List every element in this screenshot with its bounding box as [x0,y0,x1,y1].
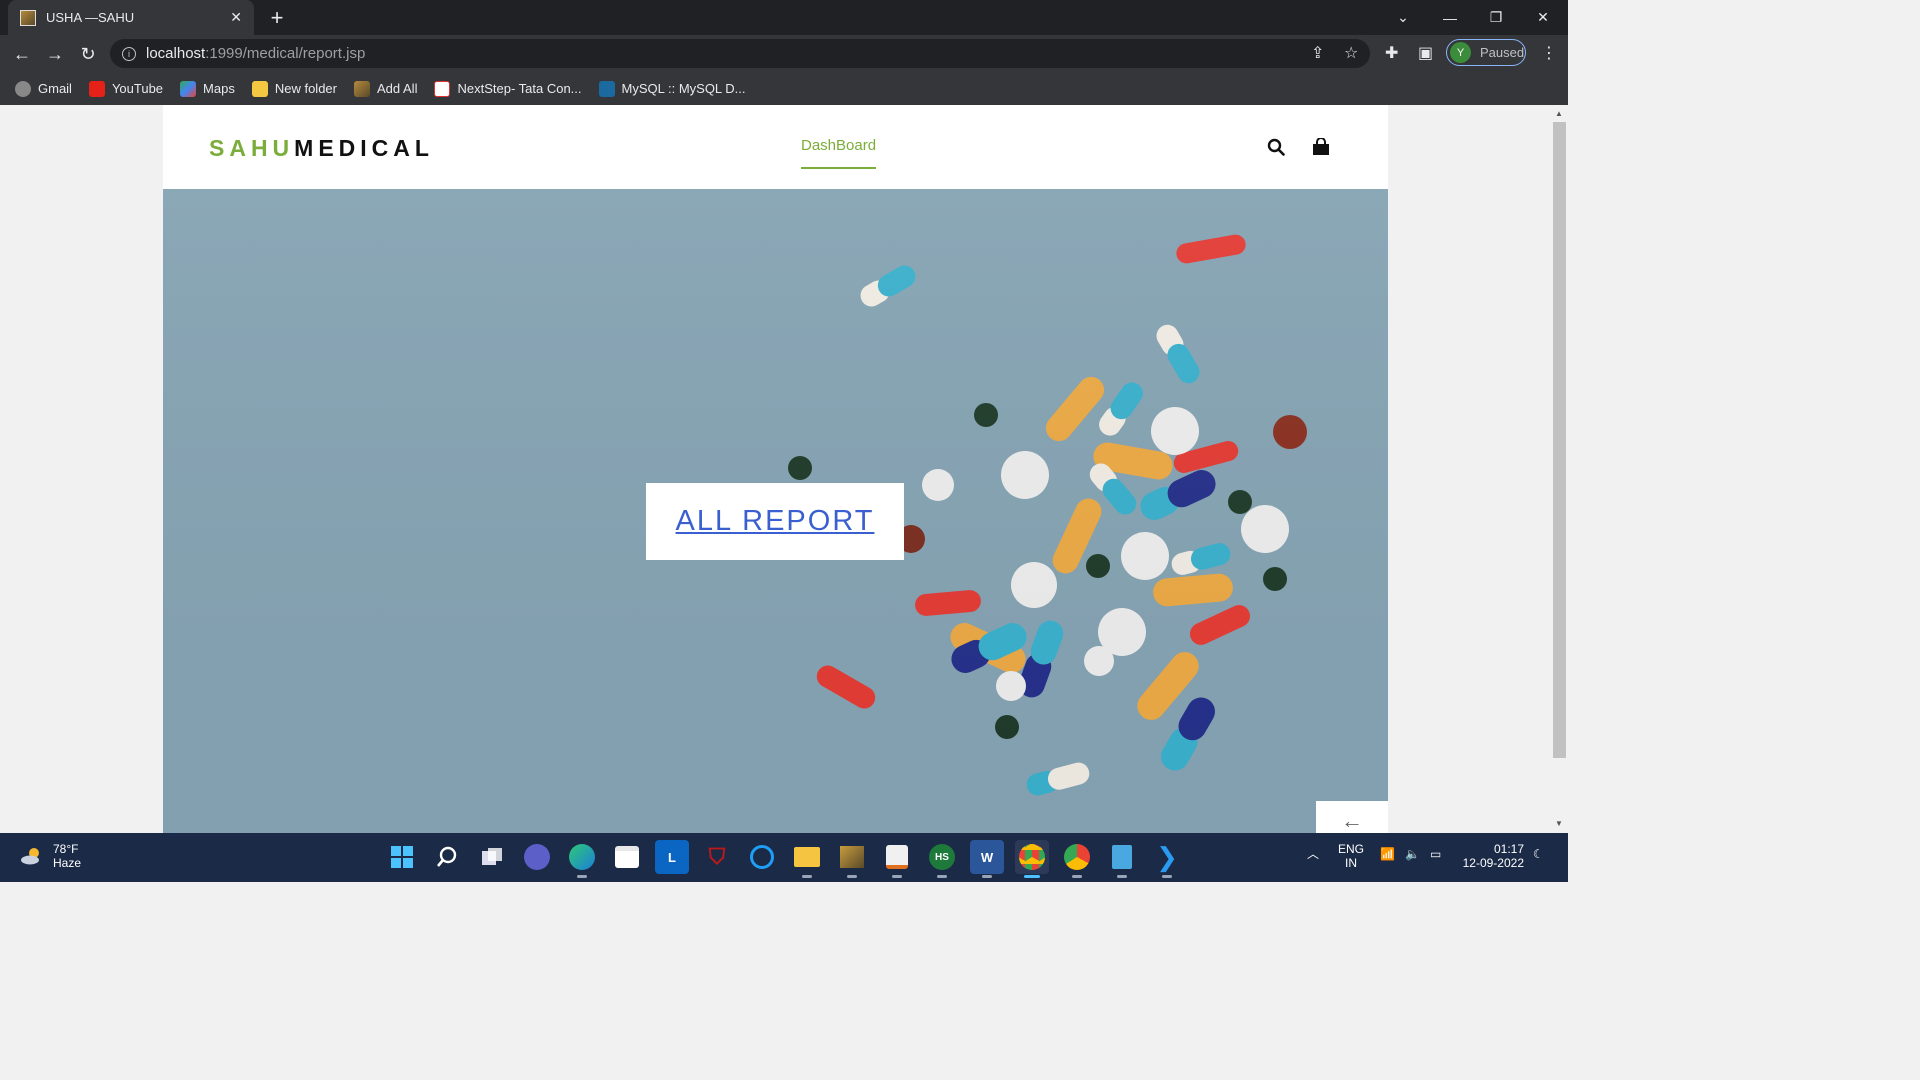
browser-toolbar: ← → ↻ i localhost:1999/medical/report.js… [0,35,1568,72]
bookmark-star-icon[interactable]: ☆ [1344,43,1358,63]
tab-title: USHA —SAHU [46,10,135,25]
weather-desc: Haze [53,856,82,870]
all-report-card: ALL REPORT [646,483,904,560]
forward-icon[interactable]: → [42,41,68,67]
weather-haze-icon [21,848,39,865]
address-bar[interactable]: i localhost:1999/medical/report.jsp [110,39,1370,68]
notepad-icon[interactable] [1105,840,1139,878]
profile-button[interactable]: Y Paused [1446,39,1526,66]
hs-app-icon[interactable]: HS [925,840,959,878]
chrome-icon[interactable] [1015,840,1049,878]
arrow-left-icon: ← [1341,808,1363,833]
site-header: SAHUMEDICAL DashBoard [163,105,1388,189]
chat-icon[interactable] [524,844,550,870]
taskbar: 78°F Haze L ⛉ HS W ❯ ︿ ENG IN 📶 🔈 ▭ 01:1… [0,833,1568,882]
site-container: SAHUMEDICAL DashBoard ALL REPORT ← [163,105,1388,833]
mysql-icon [598,80,615,97]
globe-icon [15,80,31,97]
maps-icon [180,80,197,97]
store-icon[interactable] [610,840,644,874]
tray-chevron-icon[interactable]: ︿ [1307,845,1319,862]
folder-icon [251,80,268,97]
bookmark-nextstep[interactable]: NextStep- Tata Con... [434,80,582,97]
menu-icon[interactable]: ⋮ [1541,43,1557,63]
url-path: :1999/medical/report.jsp [205,45,366,62]
start-icon[interactable] [385,840,419,874]
minimize-button[interactable]: — [1427,0,1473,35]
tab-favicon-icon [20,9,36,26]
restore-button[interactable]: ❐ [1473,0,1519,35]
tab-close-icon[interactable]: ✕ [230,9,242,26]
battery-icon[interactable]: ▭ [1430,847,1441,861]
reload-icon[interactable]: ↻ [75,41,101,67]
scroll-up-icon[interactable]: ▲ [1555,109,1563,118]
browser-tab[interactable]: USHA —SAHU ✕ [8,0,254,35]
close-window-button[interactable]: ✕ [1520,0,1566,35]
back-arrow-button[interactable]: ← [1316,801,1388,833]
all-report-link[interactable]: ALL REPORT [676,505,875,538]
weather-temp: 78°F [53,842,79,856]
tcs-icon [434,80,451,97]
language-indicator[interactable]: ENG IN [1338,842,1364,870]
bookmark-youtube[interactable]: YouTube [88,80,163,97]
bookmark-gmail[interactable]: Gmail [15,80,72,97]
side-panel-icon[interactable]: ▣ [1418,43,1433,63]
word-icon[interactable]: W [970,840,1004,878]
extensions-icon[interactable]: ✚ [1385,43,1398,63]
bookmark-mysql[interactable]: MySQL :: MySQL D... [598,80,746,97]
nav-dashboard[interactable]: DashBoard [801,137,877,169]
shopping-bag-icon[interactable] [1312,138,1330,156]
avatar: Y [1450,42,1471,63]
back-icon[interactable]: ← [9,41,35,67]
search-icon[interactable] [1267,138,1285,156]
taskbar-apps: L ⛉ HS W ❯ [385,840,1195,878]
file-explorer-icon[interactable] [790,840,824,878]
page-viewport: SAHUMEDICAL DashBoard ALL REPORT ← [0,105,1551,833]
volume-icon[interactable]: 🔈 [1405,847,1420,861]
cortana-icon[interactable] [745,840,779,874]
java-icon[interactable] [880,840,914,878]
task-view-icon[interactable] [475,840,509,874]
vscode-icon[interactable]: ❯ [1150,840,1184,878]
chrome-profile-icon[interactable] [1060,840,1094,878]
youtube-icon [88,80,105,97]
url-host: localhost [146,45,206,62]
weather-widget[interactable]: 78°F Haze [20,842,81,870]
profile-status: Paused [1480,45,1525,60]
share-icon[interactable]: ⇪ [1311,43,1324,63]
tomcat-icon [353,80,370,97]
bookmark-add-all[interactable]: Add All [353,80,417,97]
hero-banner: ALL REPORT ← [163,189,1388,833]
site-info-icon[interactable]: i [122,46,136,61]
edge-icon[interactable] [565,840,599,878]
tomcat-taskbar-icon[interactable] [835,840,869,878]
scroll-thumb[interactable] [1553,122,1566,758]
mcafee-icon[interactable]: ⛉ [700,840,734,874]
linkedin-learning-icon[interactable]: L [655,840,689,874]
notification-icon[interactable]: ☾ [1533,847,1544,861]
bookmark-maps[interactable]: Maps [180,80,235,97]
tab-search-icon[interactable]: ⌄ [1380,0,1426,35]
new-tab-button[interactable]: + [266,5,288,31]
page-scrollbar[interactable]: ▲ ▼ [1551,105,1568,833]
bookmark-new-folder[interactable]: New folder [251,80,337,97]
site-logo[interactable]: SAHUMEDICAL [209,135,434,162]
search-taskbar-icon[interactable] [430,840,464,874]
clock[interactable]: 01:17 12-09-2022 [1460,842,1524,870]
scroll-down-icon[interactable]: ▼ [1555,819,1563,828]
wifi-icon[interactable]: 📶 [1380,847,1395,861]
browser-titlebar: USHA —SAHU ✕ + ⌄ — ❐ ✕ [0,0,1568,35]
bookmarks-bar: Gmail YouTube Maps New folder Add All Ne… [0,72,1568,105]
